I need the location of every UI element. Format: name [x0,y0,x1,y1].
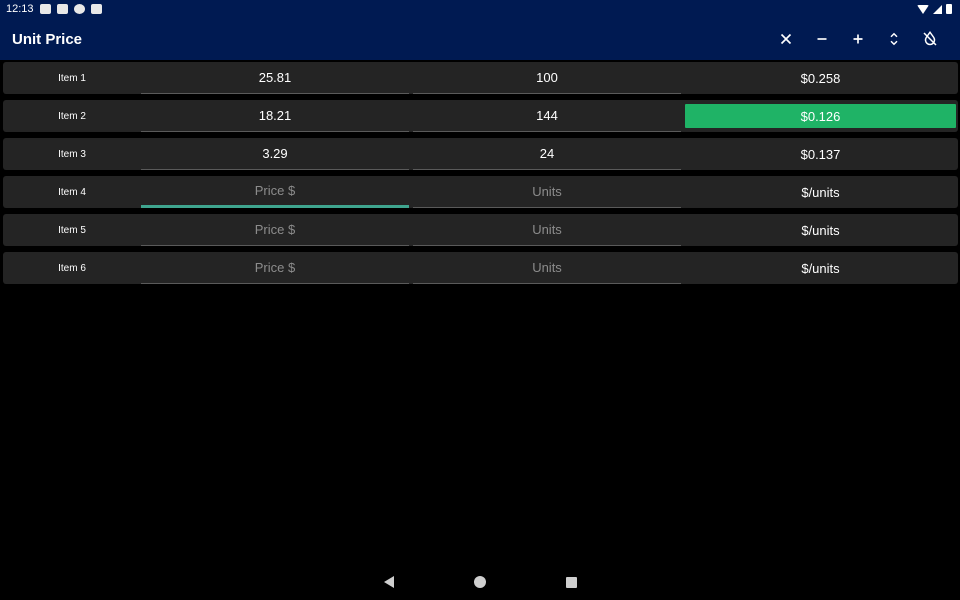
table-row: Item 2 $0.126 [3,100,958,132]
units-input[interactable] [413,138,681,170]
remove-row-button[interactable] [804,21,840,57]
row-label: Item 2 [58,110,86,122]
mail-notification-icon [56,4,68,14]
battery-icon [946,4,952,14]
row-label: Item 3 [58,148,86,160]
add-row-button[interactable] [840,21,876,57]
theme-button[interactable] [912,21,948,57]
table-row: Item 4 $/units [3,176,958,208]
close-icon [780,33,792,45]
units-input[interactable] [413,100,681,132]
price-input[interactable] [141,62,409,94]
minus-icon [817,38,827,40]
status-left: 12:13 [6,3,102,15]
price-field-focused[interactable] [141,176,409,208]
unit-price-result: $0.137 [800,146,841,162]
table-row: Item 5 $/units [3,214,958,246]
units-input[interactable] [413,252,681,284]
units-field[interactable] [413,252,681,284]
recent-apps-icon[interactable] [565,576,577,588]
row-label: Item 5 [58,224,86,236]
units-field[interactable] [413,100,681,132]
wifi-icon [917,4,929,14]
item-rows: Item 1 $0.258 Item 2 $0.126 Item 3 $0.13… [3,62,958,284]
status-time: 12:13 [6,3,34,15]
row-label: Item 1 [58,72,86,84]
app-title: Unit Price [12,30,83,48]
row-label: Item 6 [58,262,86,274]
units-field[interactable] [413,62,681,94]
units-field[interactable] [413,214,681,246]
table-row: Item 1 $0.258 [3,62,958,94]
app-bar-actions [768,21,948,57]
sd-card-icon [90,4,102,14]
status-bar: 12:13 [0,0,960,18]
price-field[interactable] [141,214,409,246]
row-label: Item 4 [58,186,86,198]
clear-button[interactable] [768,21,804,57]
units-field[interactable] [413,176,681,208]
app-bar: Unit Price [0,18,960,60]
price-field[interactable] [141,100,409,132]
home-icon[interactable] [473,576,486,588]
unit-price-result: $/units [801,222,840,238]
units-field[interactable] [413,138,681,170]
unit-price-result: $0.258 [800,70,841,86]
signal-icon [933,4,942,14]
plus-icon [853,34,863,44]
unit-price-result: $/units [801,260,840,276]
sort-button[interactable] [876,21,912,57]
units-input[interactable] [413,176,681,208]
unit-price-result-best: $0.126 [685,104,956,128]
price-input[interactable] [141,252,409,284]
units-input[interactable] [413,62,681,94]
table-row: Item 6 $/units [3,252,958,284]
unit-price-result: $/units [801,184,840,200]
table-row: Item 3 $0.137 [3,138,958,170]
price-field[interactable] [141,252,409,284]
back-icon[interactable] [383,576,394,588]
price-input[interactable] [141,138,409,170]
units-input[interactable] [413,214,681,246]
gallery-notification-icon [39,4,51,14]
navigation-bar [0,564,960,600]
price-input[interactable] [141,176,409,208]
unfold-icon [890,32,898,46]
invert-colors-off-icon [923,30,937,46]
price-field[interactable] [141,138,409,170]
app-notification-icon [73,4,85,14]
price-input[interactable] [141,214,409,246]
price-input[interactable] [141,100,409,132]
price-field[interactable] [141,62,409,94]
status-right [917,4,952,14]
